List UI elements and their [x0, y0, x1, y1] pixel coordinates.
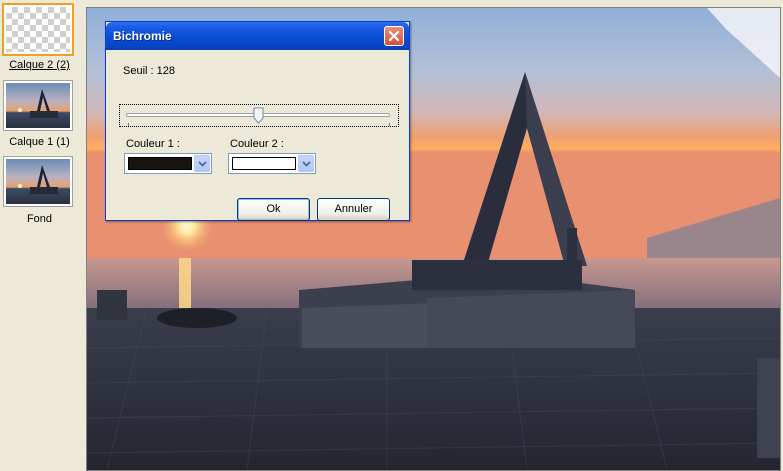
layers-panel: Calque 2 (2) Calque 1 (1) Fond: [0, 0, 79, 471]
threshold-slider[interactable]: [119, 104, 399, 127]
dropdown-button[interactable]: [298, 155, 314, 172]
color1-swatch: [128, 157, 192, 170]
bichromie-dialog: Bichromie Seuil : 128 Couleur 1 : Couleu…: [105, 21, 410, 221]
dropdown-button[interactable]: [194, 155, 210, 172]
layer-thumbnail: [3, 156, 73, 207]
layer-item-fond[interactable]: Fond: [0, 156, 79, 228]
layer-label: Fond: [26, 213, 53, 225]
chevron-down-icon: [198, 161, 207, 167]
layer-item-calque-2[interactable]: Calque 2 (2): [0, 3, 79, 75]
layer-thumbnail: [2, 3, 74, 56]
slider-thumb[interactable]: [253, 107, 264, 124]
threshold-label: Seuil : 128: [123, 65, 175, 77]
close-icon: [388, 30, 400, 42]
layer-label: Calque 1 (1): [9, 136, 70, 148]
cancel-button[interactable]: Annuler: [317, 198, 390, 221]
layer-thumbnail: [3, 80, 73, 131]
ok-button[interactable]: Ok: [237, 198, 310, 221]
sunset-thumbnail-image: [6, 83, 70, 128]
color2-dropdown[interactable]: [228, 153, 316, 174]
slider-ticks: [128, 123, 390, 126]
dialog-titlebar[interactable]: Bichromie: [106, 22, 409, 50]
color2-swatch: [232, 157, 296, 170]
close-button[interactable]: [384, 26, 404, 46]
layer-label: Calque 2 (2): [9, 59, 70, 71]
color2-label: Couleur 2 :: [230, 138, 284, 150]
color1-dropdown[interactable]: [124, 153, 212, 174]
sunset-thumbnail-image: [6, 159, 70, 204]
dialog-title: Bichromie: [113, 29, 172, 43]
color1-label: Couleur 1 :: [126, 138, 180, 150]
chevron-down-icon: [302, 161, 311, 167]
layer-item-calque-1[interactable]: Calque 1 (1): [0, 80, 79, 148]
dialog-body: Seuil : 128 Couleur 1 : Couleur 2 : Ok A…: [109, 50, 406, 221]
transparency-checker: [6, 7, 70, 52]
